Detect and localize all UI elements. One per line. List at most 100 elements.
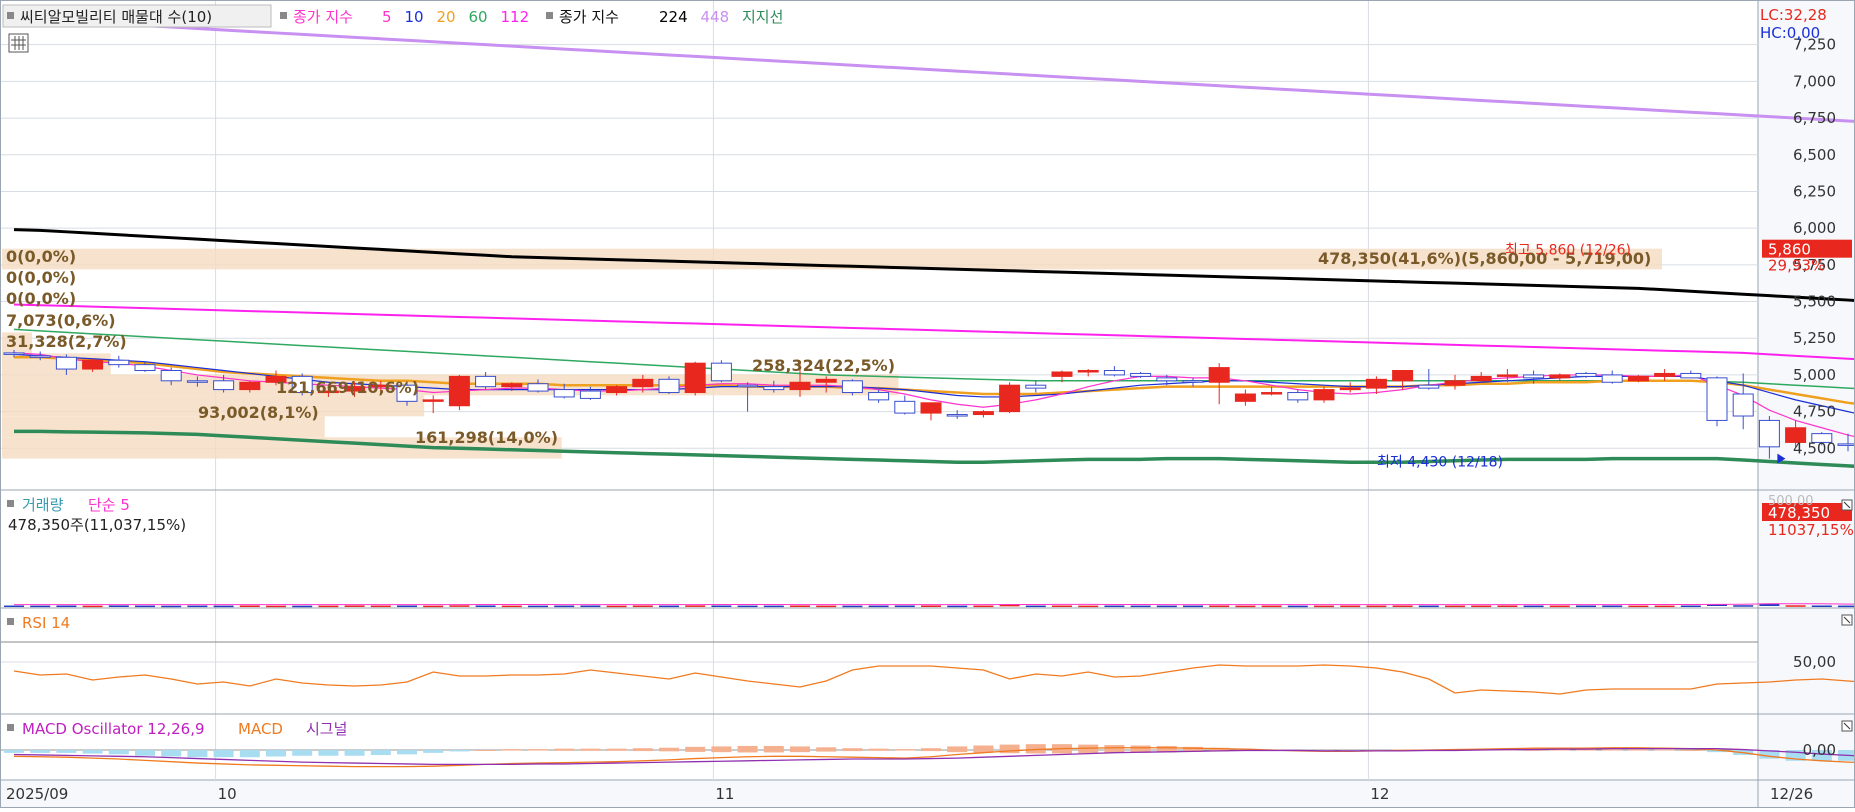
volume-bar <box>1733 605 1754 607</box>
volume-bar <box>1261 605 1282 608</box>
candle-body <box>186 380 208 383</box>
volume-bar <box>1471 605 1492 608</box>
volume-bar <box>1209 605 1230 608</box>
volume-bar <box>449 605 470 607</box>
legend-bullet <box>280 12 287 19</box>
macd-osc-bar <box>449 750 470 752</box>
volume-bar <box>685 605 706 607</box>
volume-title[interactable]: 거래량 <box>22 496 64 514</box>
volume-bar <box>213 605 234 608</box>
volume-profile-label: 0(0,0%) <box>6 289 76 308</box>
macd-osc-bar <box>1104 745 1125 753</box>
volume-bar <box>790 605 810 608</box>
macd-osc-bar <box>894 749 915 751</box>
legend-bullet <box>7 618 14 625</box>
candle-body <box>658 378 680 394</box>
volume-bar <box>1235 605 1256 608</box>
legend-ma2-label[interactable]: 종가 지수 <box>559 8 619 26</box>
volume-profile-label: 161,298(14,0%) <box>415 428 558 447</box>
y-tick-label: 6,250 <box>1793 182 1836 200</box>
macd-title[interactable]: MACD <box>238 720 283 738</box>
volume-bar <box>1104 605 1125 608</box>
volume-last-pct: 11037,15% <box>1768 521 1854 539</box>
volume-bar <box>737 605 758 608</box>
candle-body <box>1470 375 1492 382</box>
candle-body <box>684 362 706 394</box>
hc-label: HC:0,00 <box>1760 24 1820 42</box>
legend-ma-period[interactable]: 60 <box>469 8 488 26</box>
candle-body <box>894 400 916 414</box>
volume-bar <box>606 605 627 608</box>
rsi-title[interactable]: RSI 14 <box>22 614 70 632</box>
volume-profile-label: 258,324(22,5%) <box>752 356 895 375</box>
candle-body <box>946 414 968 417</box>
volume-bar <box>1838 605 1855 608</box>
macd-axis-label: 0,00 <box>1803 741 1836 759</box>
volume-bar <box>894 605 915 608</box>
signal-title[interactable]: 시그널 <box>306 720 347 738</box>
legend-ma-period[interactable]: 5 <box>382 8 392 26</box>
volume-bar <box>135 605 155 608</box>
macd-osc-bar <box>790 746 810 753</box>
candle-body <box>55 356 77 370</box>
legend-bullet <box>7 500 14 507</box>
macd-osc-bar <box>161 750 182 757</box>
stock-chart[interactable]: 4,500 4,750 5,000 5,250 5,500 5,750 6,000 6,250… <box>0 0 1855 808</box>
macd-osc-bar <box>580 748 601 751</box>
macd-osc-bar <box>370 750 391 756</box>
macd-osc-bar <box>187 750 208 758</box>
macd-osc-bar <box>239 750 260 758</box>
candle-body <box>1706 377 1728 421</box>
candle-body <box>213 380 235 391</box>
candle-body <box>1313 389 1335 401</box>
volume-bar <box>56 605 77 608</box>
candle-body <box>1418 384 1440 389</box>
candle-body <box>1575 372 1597 377</box>
candle-body <box>1156 377 1178 382</box>
legend-support-label[interactable]: 지지선 <box>742 8 783 26</box>
volume-bar <box>501 605 522 608</box>
volume-bar <box>1602 605 1623 608</box>
volume-bar <box>528 605 548 608</box>
volume-profile-label: 31,328(2,7%) <box>6 332 127 351</box>
volume-bar <box>1287 605 1308 608</box>
volume-bar <box>999 604 1020 607</box>
macd-osc-bar <box>763 745 784 753</box>
high-price-label: 최고 5,860 (12/26) <box>1505 243 1631 259</box>
candle-body <box>1654 372 1676 377</box>
legend-ma2-period[interactable]: 448 <box>701 8 730 26</box>
legend-ma2-period[interactable]: 224 <box>659 8 688 26</box>
macd-osc-bar <box>30 750 51 753</box>
legend-ma-period[interactable]: 112 <box>501 8 530 26</box>
macd-osc-bar <box>1628 749 1649 751</box>
macd-osc-bar <box>816 747 837 752</box>
candle-body <box>1680 372 1702 379</box>
legend-ma-period[interactable]: 20 <box>437 8 456 26</box>
macd-osc-bar <box>501 749 522 751</box>
x-axis-last-date: 12/26 <box>1770 785 1813 803</box>
legend-title[interactable]: 씨티알모빌리티 매물대 수(10) <box>20 8 212 26</box>
legend-ma-label[interactable]: 종가 지수 <box>293 8 353 26</box>
macd-osc-bar <box>82 750 103 754</box>
candle-body <box>710 362 732 382</box>
y-tick-label: 7,000 <box>1793 72 1836 90</box>
candle-body <box>1261 392 1283 395</box>
macd-osc-bar <box>397 750 417 755</box>
macd-osc-title[interactable]: MACD Oscillator 12,26,9 <box>22 720 205 738</box>
candle-body <box>239 381 261 391</box>
volume-bar <box>1628 605 1649 608</box>
chart-canvas[interactable]: 4,5004,7505,0005,2505,5005,7506,0006,250… <box>0 0 1855 808</box>
volume-ma-label[interactable]: 단순 5 <box>88 496 130 514</box>
macd-osc-bar <box>4 750 24 753</box>
candle-body <box>448 375 470 407</box>
volume-bar <box>1680 605 1701 608</box>
volume-profile-label: 93,002(8,1%) <box>198 403 319 422</box>
candle-body <box>1732 393 1754 417</box>
x-axis-label: 2025/09 <box>6 785 68 803</box>
volume-bar <box>1392 605 1413 608</box>
volume-bar <box>1314 605 1334 608</box>
macd-osc-bar <box>1654 749 1675 751</box>
legend-ma-period[interactable]: 10 <box>405 8 424 26</box>
candle-body <box>1234 393 1256 402</box>
legend-bullet <box>7 12 14 19</box>
